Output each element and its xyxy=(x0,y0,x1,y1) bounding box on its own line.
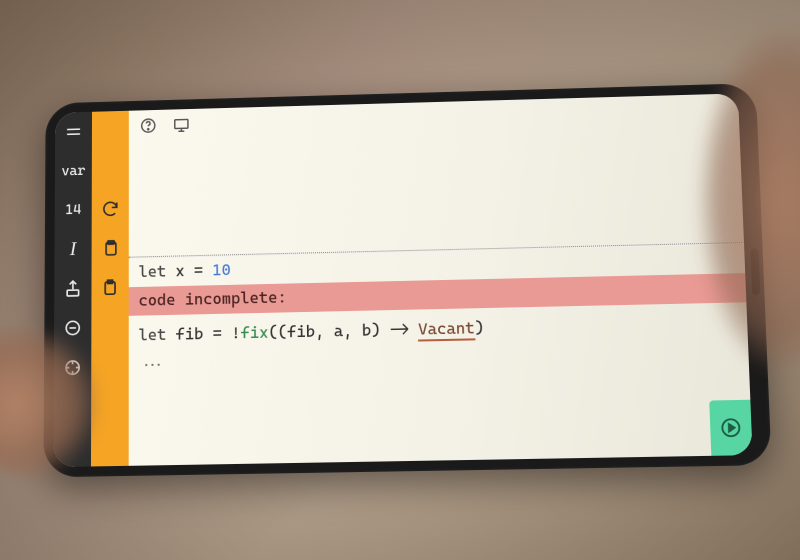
code-text: ((fib, a, b) -> xyxy=(268,319,418,341)
editor-body[interactable]: let x = 10 code incomplete: let fib = !f… xyxy=(129,125,753,466)
function-name: fix xyxy=(240,322,268,342)
code-text: ) xyxy=(474,318,484,337)
app-screen: var 14 I xyxy=(53,93,752,467)
export-icon[interactable] xyxy=(59,275,86,301)
editor-blank-area[interactable] xyxy=(129,125,744,257)
line-number: 14 xyxy=(60,197,87,223)
code-text: x = xyxy=(166,261,212,281)
number-literal: 10 xyxy=(212,260,231,279)
sidebar-col-orange xyxy=(91,111,129,467)
italic-icon[interactable]: I xyxy=(59,236,86,262)
paste-icon[interactable] xyxy=(96,274,123,300)
display-icon[interactable] xyxy=(172,115,192,135)
settings-icon[interactable] xyxy=(59,354,87,380)
sidebar-col-dark: var 14 I xyxy=(53,112,92,467)
run-button[interactable] xyxy=(709,400,752,456)
keyword-let: let xyxy=(139,262,167,281)
help-icon[interactable] xyxy=(139,116,158,136)
menu-icon[interactable] xyxy=(60,120,87,146)
sidebar: var 14 I xyxy=(53,111,128,467)
redo-icon[interactable] xyxy=(97,196,124,222)
clipboard-icon[interactable] xyxy=(96,235,123,261)
code-text: fib = ! xyxy=(166,323,240,343)
vacant-hole[interactable]: Vacant xyxy=(418,318,475,341)
mode-label[interactable]: var xyxy=(60,158,87,184)
keyword-let: let xyxy=(139,325,167,344)
editor-pane: let x = 10 code incomplete: let fib = !f… xyxy=(129,93,753,465)
remove-icon[interactable] xyxy=(59,315,87,341)
bezel-notch xyxy=(750,249,760,295)
phone-frame: var 14 I xyxy=(43,83,771,477)
